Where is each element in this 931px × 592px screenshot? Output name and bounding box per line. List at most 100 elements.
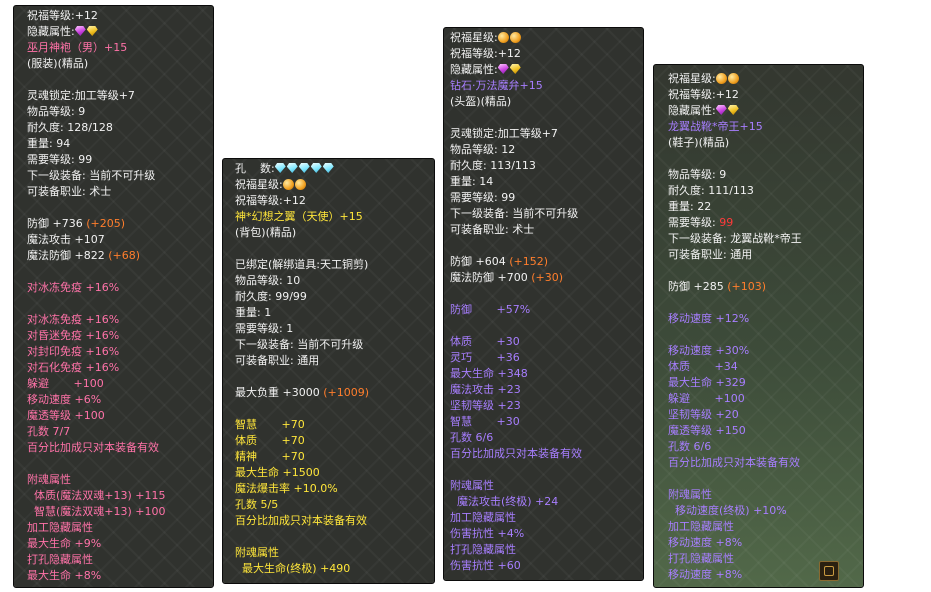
tooltip-line: 隐藏属性: [27,24,213,40]
line-text: 打孔隐藏属性 [450,543,516,556]
tooltip-line: 祝福星级: [235,177,434,193]
tooltip-line [450,462,643,478]
tooltip-line: 可装备职业: 通用 [668,247,863,263]
line-text: 龙翼战靴*帝王+15 [668,120,763,133]
tooltip-line: 移动速度 +8% [668,535,863,551]
tooltip-line: 体质(魔法双魂+13) +115 [27,488,213,504]
tooltip-line: 孔数 7/7 [27,424,213,440]
line-text: 耐久度: 99/99 [235,290,307,303]
tooltip-line: (背包)(精品) [235,225,434,241]
tooltip-line: 体质 +34 [668,359,863,375]
tooltip-line: 防御 +285 (+103) [668,279,863,295]
star-icons [282,177,307,193]
line-text: 百分比加成只对本装备有效 [235,514,367,527]
line-text: 移动速度 +8% [668,568,743,581]
line-text: 下一级装备: 当前不可升级 [235,338,364,351]
line-text: 耐久度: 128/128 [27,121,113,134]
line-text: 体质 +70 [235,434,305,447]
tooltip-line: 对封印免疫 +16% [27,344,213,360]
tooltip-line: 祝福星级: [668,71,863,87]
line-text: 神*幻想之翼（天使）+15 [235,210,363,223]
line-text: 智慧 +30 [450,415,520,428]
tooltip-wings: 孔 数: 祝福星级: 祝福等级:+12 神*幻想之翼（天使）+15 (背包)(精品) 已绑… [222,158,435,584]
tooltip-line [27,200,213,216]
line-text: 钻石·万法魔弁+15 [450,79,543,92]
line-text: 对昏迷免疫 +16% [27,329,120,342]
line-text: (鞋子)(精品) [668,136,730,149]
tooltip-line [235,369,434,385]
line-text: 灵魂锁定:加工等级+7 [27,89,135,102]
line-text: 防御 +57% [450,303,531,316]
line-text: 祝福星级: [450,31,498,44]
screenshot-root: { "colors": {"white": "#f2f2f2", "yellow… [0,0,931,592]
tooltip-line: 智慧 +70 [235,417,434,433]
tooltip-line: 魔法爆击率 +10.0% [235,481,434,497]
line-text: 附魂属性 [668,488,712,501]
line-text: 耐久度: 111/113 [668,184,754,197]
tooltip-line: 可装备职业: 术士 [27,184,213,200]
tooltip-line [450,238,643,254]
tooltip-line: 祝福等级:+12 [668,87,863,103]
tooltip-line: 孔数 6/6 [668,439,863,455]
tooltip-line: 伤害抗性 +60 [450,558,643,574]
tooltip-line [235,401,434,417]
tooltip-line: 物品等级: 9 [668,167,863,183]
line-text: 防御 +604 [450,255,510,268]
tooltip-line: 隐藏属性: [450,62,643,78]
tooltip-line: 打孔隐藏属性 [27,552,213,568]
line-text: 孔数 7/7 [27,425,71,438]
purple-gem-icon [74,26,86,36]
tooltip-line: 重量: 22 [668,199,863,215]
tooltip-line: 魔法攻击 +107 [27,232,213,248]
line-text: 智慧 +70 [235,418,305,431]
tooltip-line: 隐藏属性: [668,103,863,119]
line-text: 最大生命 +329 [668,376,746,389]
tooltip-line: 对石化免疫 +16% [27,360,213,376]
tooltip-line: 物品等级: 10 [235,273,434,289]
star-icon [497,32,509,43]
tooltip-line: 孔 数: [235,161,434,177]
tooltip-line: 打孔隐藏属性 [450,542,643,558]
tooltip-line: 灵魂锁定:加工等级+7 [450,126,643,142]
tooltip-line: 体质 +30 [450,334,643,350]
line-text: 加工隐藏属性 [27,521,93,534]
line-text: 移动速度 +12% [668,312,750,325]
line-text: (+68) [108,249,141,262]
item-slot-icon[interactable] [819,561,839,581]
tooltip-line: 物品等级: 12 [450,142,643,158]
tooltip-line: 下一级装备: 当前不可升级 [235,337,434,353]
tooltip-line [450,286,643,302]
line-text: 最大负重 +3000 [235,386,324,399]
tooltip-line: 已绑定(解绑道具:天工铜剪) [235,257,434,273]
line-text: 移动速度 +30% [668,344,750,357]
line-text: 魔法攻击 +23 [450,383,521,396]
gem-icons [715,103,740,119]
line-text: 孔 数: [235,162,275,175]
line-text: 需要等级: 99 [27,153,93,166]
tooltip-boots: 祝福星级: 祝福等级:+12 隐藏属性: 龙翼战靴*帝王+15 (鞋子)(精品) 物品等级… [653,64,864,588]
cyan-gem-icon [322,163,334,173]
tooltip-line: 魔透等级 +150 [668,423,863,439]
tooltip-line: 移动速度 +30% [668,343,863,359]
line-text: 加工隐藏属性 [450,511,516,524]
line-text: 物品等级: 12 [450,143,516,156]
tooltip-line: 百分比加成只对本装备有效 [235,513,434,529]
tooltip-line: 巫月神袍（男）+15 [27,40,213,56]
tooltip-line: 需要等级: 99 [27,152,213,168]
tooltip-line: 最大生命(终极) +490 [235,561,434,577]
tooltip-line: 最大生命 +9% [27,536,213,552]
line-text: 对封印免疫 +16% [27,345,120,358]
tooltip-line [27,296,213,312]
tooltip-line: 躲避 +100 [27,376,213,392]
tooltip-line: 需要等级: 99 [450,190,643,206]
line-text: 可装备职业: 通用 [668,248,753,261]
tooltip-line: 下一级装备: 当前不可升级 [450,206,643,222]
yellow-gem-icon [509,64,521,74]
tooltip-line: 防御 +604 (+152) [450,254,643,270]
tooltip-line [668,295,863,311]
line-text: 重量: 94 [27,137,71,150]
tooltip-line: 祝福等级:+12 [235,193,434,209]
tooltip-line: 魔法攻击 +23 [450,382,643,398]
tooltip-line: 附魂属性 [235,545,434,561]
line-text: 躲避 +100 [27,377,104,390]
